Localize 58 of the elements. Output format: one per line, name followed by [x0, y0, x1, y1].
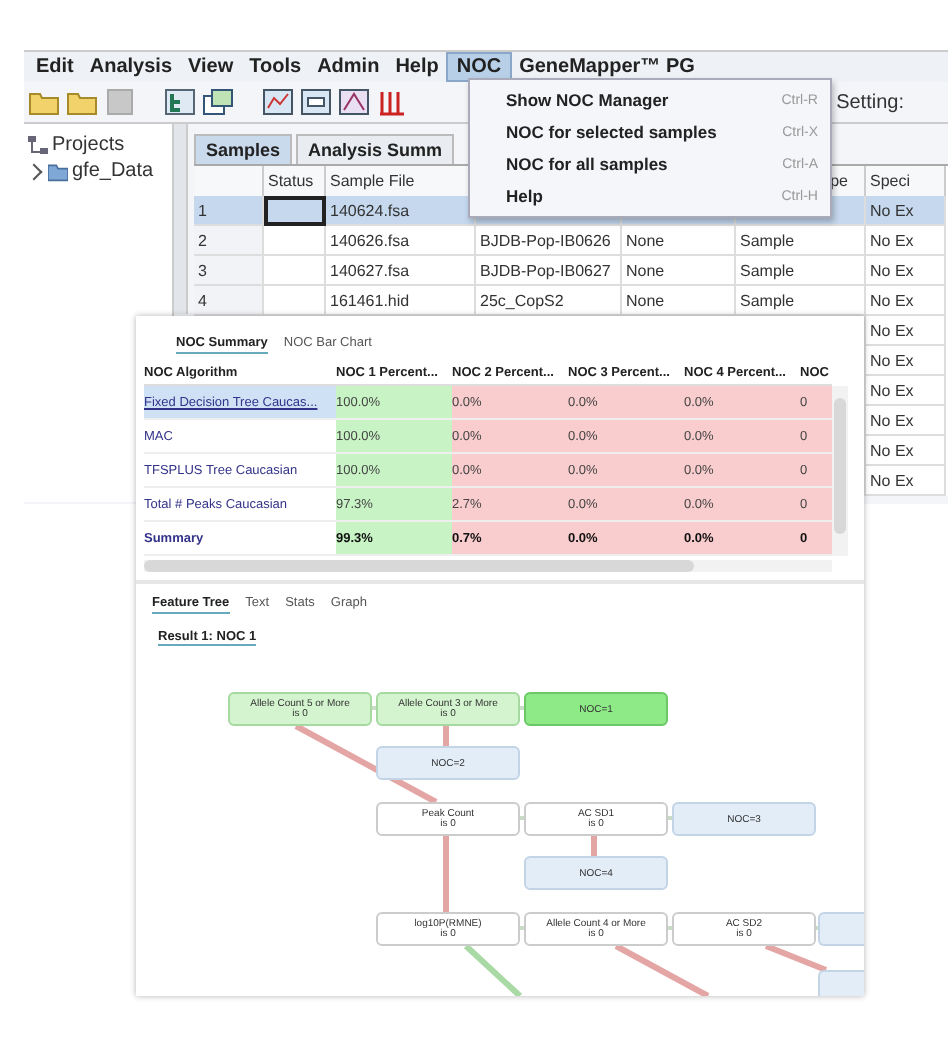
folder-icon[interactable]	[66, 88, 98, 116]
table-cell: 140626.fsa	[326, 226, 476, 256]
menu-item[interactable]: View	[180, 54, 242, 80]
table-cell: No Ex	[866, 316, 946, 346]
table-cell: BJDB-Pop-IB0627	[476, 256, 622, 286]
table-cell: 140627.fsa	[326, 256, 476, 286]
peak-icon[interactable]	[338, 88, 370, 116]
tree-item[interactable]: Projects	[24, 132, 172, 158]
window-icon[interactable]	[202, 88, 234, 116]
connector-line	[614, 943, 710, 996]
table-cell: No Ex	[866, 346, 946, 376]
table-cell: 140624.fsa	[326, 196, 476, 226]
tree-item[interactable]: gfe_Data	[24, 158, 172, 184]
tab[interactable]: Analysis Summ	[296, 134, 455, 164]
row-number: 4	[194, 286, 264, 316]
tree-node[interactable]	[818, 970, 864, 996]
setting-label: Setting:	[836, 91, 904, 113]
save-icon[interactable]	[104, 88, 136, 116]
table-cell: No Ex	[866, 286, 946, 316]
table-cell: No Ex	[866, 226, 946, 256]
folder-icon[interactable]	[28, 88, 60, 116]
table-cell: Sample	[736, 256, 866, 286]
connector-line	[443, 836, 449, 912]
tab[interactable]: Samples	[194, 134, 293, 164]
table-cell: BJDB-Pop-IB0626	[476, 226, 622, 256]
connector-line	[764, 943, 828, 973]
row-number: 1	[194, 196, 264, 226]
vertical-scrollbar[interactable]	[832, 386, 848, 556]
table-cell: No Ex	[866, 256, 946, 286]
table-cell: No Ex	[866, 466, 946, 496]
table-cell: Sample	[736, 226, 866, 256]
bar-chart-icon[interactable]	[376, 88, 408, 116]
folder-icon	[48, 161, 68, 181]
menu-item[interactable]: NOC	[446, 52, 512, 82]
table-cell: No Ex	[866, 436, 946, 466]
menu-item[interactable]: Admin	[309, 54, 388, 80]
menu-item[interactable]: Tools	[241, 54, 310, 80]
table-cell: No Ex	[866, 196, 946, 226]
table-cell: None	[622, 256, 736, 286]
row-number: 3	[194, 256, 264, 286]
table-cell: None	[622, 226, 736, 256]
table-cell: No Ex	[866, 406, 946, 436]
projects-icon	[28, 135, 48, 155]
connector-line	[463, 943, 523, 996]
menu-item[interactable]: Help	[387, 54, 447, 80]
menu-item[interactable]: GeneMapper™ PG	[511, 54, 703, 80]
splitter-handle[interactable]	[174, 124, 188, 314]
connector-line	[591, 836, 597, 856]
table-cell: No Ex	[866, 376, 946, 406]
window-icon[interactable]	[300, 88, 332, 116]
tree-node[interactable]	[818, 912, 864, 946]
row-number: 2	[194, 226, 264, 256]
menu-item[interactable]: Edit	[28, 54, 82, 80]
menu-item[interactable]: Analysis	[81, 54, 181, 80]
connector-line	[443, 726, 449, 746]
tree-icon[interactable]	[164, 88, 196, 116]
chart-icon[interactable]	[262, 88, 294, 116]
horizontal-scrollbar[interactable]	[144, 560, 832, 572]
